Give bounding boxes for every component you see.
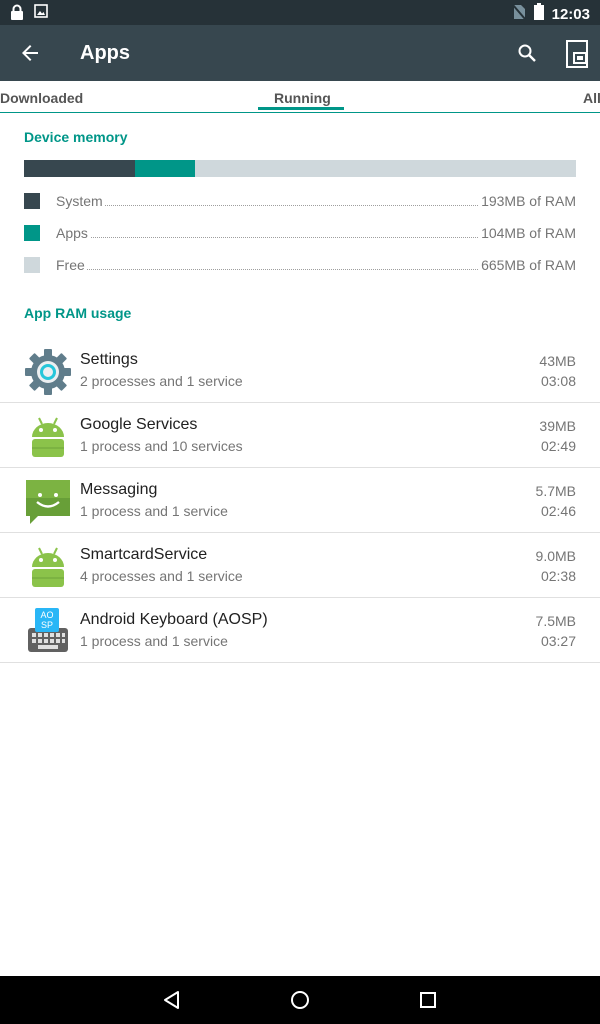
list-item[interactable]: SmartcardService 4 processes and 1 servi… [0,533,600,598]
app-bar: Apps [0,25,600,81]
memory-usage-bar [24,160,576,177]
page-title: Apps [80,42,130,64]
messaging-icon [24,478,72,526]
device-memory-header: Device memory [24,129,128,145]
app-memory: 9.0MB [535,548,576,564]
app-memory: 5.7MB [535,483,576,499]
memory-legend-free: Free 665MB of RAM [24,255,576,275]
app-time: 02:49 [540,438,576,454]
list-item[interactable]: Settings 2 processes and 1 service 43MB … [0,338,600,403]
status-bar: 12:03 [0,0,600,25]
app-detail: 1 process and 10 services [80,438,243,454]
legend-value: 665MB of RAM [479,257,576,273]
app-detail: 4 processes and 1 service [80,568,243,584]
status-clock: 12:03 [551,5,590,23]
legend-value: 193MB of RAM [479,193,576,209]
system-swatch [24,193,40,209]
keyboard-badge-line1: AO [40,610,53,620]
app-name: Settings [80,351,138,368]
image-icon [34,4,48,25]
memory-legend-apps: Apps 104MB of RAM [24,223,576,243]
app-time: 03:27 [540,633,576,649]
list-item[interactable]: Google Services 1 process and 10 service… [0,403,600,468]
app-memory: 43MB [539,353,576,369]
keyboard-aosp-icon: AO SP [24,608,72,656]
free-swatch [24,257,40,273]
app-list: Settings 2 processes and 1 service 43MB … [0,338,600,663]
list-item[interactable]: Messaging 1 process and 1 service 5.7MB … [0,468,600,533]
recents-square-icon[interactable] [416,988,440,1012]
back-triangle-icon[interactable] [160,988,184,1012]
search-icon[interactable] [515,41,539,65]
memory-bar-apps-segment [135,160,195,177]
app-ram-usage-header: App RAM usage [24,305,132,321]
legend-value: 104MB of RAM [479,225,576,241]
app-memory: 39MB [539,418,576,434]
app-name: Android Keyboard (AOSP) [80,611,268,628]
app-detail: 2 processes and 1 service [80,373,243,389]
tab-indicator [258,107,344,110]
app-time: 02:38 [540,568,576,584]
app-detail: 1 process and 1 service [80,633,228,649]
memory-legend-system: System 193MB of RAM [24,191,576,211]
list-item[interactable]: AO SP Android Keyboard (AOSP) 1 process … [0,598,600,663]
android-robot-icon [24,413,72,461]
settings-gear-icon [24,348,72,396]
app-memory: 7.5MB [535,613,576,629]
keyboard-badge-line2: SP [41,620,53,630]
battery-icon [533,3,544,25]
tab-running[interactable]: Running [274,90,331,106]
lock-icon [10,4,24,25]
legend-label: Apps [56,225,90,241]
app-time: 03:08 [540,373,576,389]
tab-all[interactable]: All [583,90,600,106]
memory-bar-system-segment [24,160,135,177]
legend-label: System [56,193,105,209]
app-name: Messaging [80,481,158,498]
overflow-icon[interactable] [563,39,591,69]
home-circle-icon[interactable] [288,988,312,1012]
app-time: 02:46 [540,503,576,519]
app-name: SmartcardService [80,546,208,563]
apps-swatch [24,225,40,241]
tab-downloaded[interactable]: Downloaded [0,90,83,106]
legend-label: Free [56,257,87,273]
android-robot-icon [24,543,72,591]
navigation-bar [0,976,600,1024]
no-sim-icon [511,3,526,25]
app-name: Google Services [80,416,198,433]
back-arrow-icon[interactable] [18,41,42,65]
app-detail: 1 process and 1 service [80,503,228,519]
